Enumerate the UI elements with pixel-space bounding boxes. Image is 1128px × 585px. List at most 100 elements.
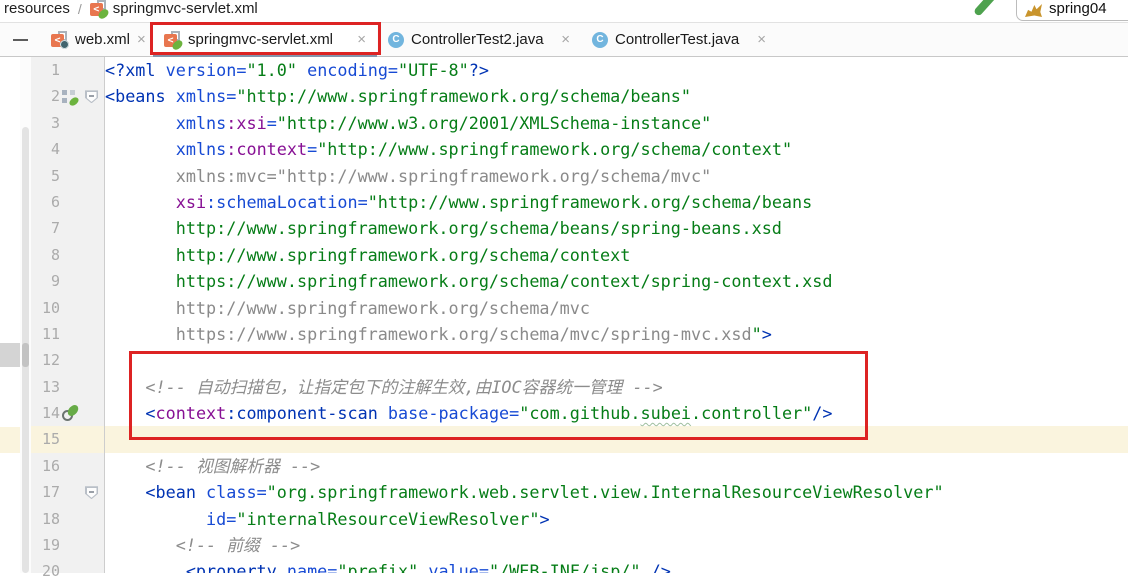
tab-label: springmvc-servlet.xml — [188, 31, 350, 48]
code-line: id="internalResourceViewResolver"> — [105, 506, 1128, 532]
code-segment: "http://www.springframework.org/schema/c… — [317, 139, 792, 159]
code-segment: = — [267, 113, 277, 133]
breadcrumb-item[interactable]: springmvc-servlet.xml — [113, 0, 258, 17]
code-segment: "internalResourceViewResolver" — [236, 509, 539, 529]
spring-beans-icon[interactable] — [62, 89, 78, 105]
run-config-select[interactable]: spring04 — [1016, 0, 1128, 21]
line-number: 16 — [31, 453, 60, 479]
line-number: 10 — [31, 295, 60, 321]
minus-icon — [13, 39, 28, 41]
code-segment: > — [762, 324, 772, 344]
xml-spring-icon — [90, 0, 107, 17]
code-line: xsi:schemaLocation="http://www.springfra… — [105, 189, 1128, 215]
code-segment: id= — [206, 509, 236, 529]
line-number: 12 — [31, 347, 60, 373]
tomcat-icon — [1025, 4, 1042, 17]
code-segment — [105, 482, 145, 502]
code-segment: <!-- 前缀 --> — [176, 535, 301, 555]
code-line: <!-- 视图解析器 --> — [105, 453, 1128, 479]
editor: 1234567891011121314151617181920 <?xml ve… — [0, 57, 1128, 573]
tab-label: ControllerTest.java — [615, 31, 750, 48]
code-line — [105, 347, 1128, 373]
code-segment — [418, 561, 428, 573]
tab-controllertest2-java[interactable]: ControllerTest2.java × — [377, 23, 581, 56]
gutter-row: 6 — [31, 189, 104, 215]
gutter-row: 2 — [31, 83, 104, 109]
code-segment — [105, 456, 145, 476]
code-segment: http://www.springframework.org/schema/be… — [105, 218, 782, 238]
line-number: 18 — [31, 506, 60, 532]
gutter-row: 12 — [31, 347, 104, 373]
code-segment: base-package= — [388, 403, 519, 423]
code-line: xmlns:context="http://www.springframewor… — [105, 136, 1128, 162]
code-area[interactable]: <?xml version="1.0" encoding="UTF-8"?><b… — [105, 57, 1128, 573]
code-segment: <!-- 视图解析器 --> — [145, 456, 320, 476]
line-number: 7 — [31, 215, 60, 241]
code-segment: xmlns= — [176, 86, 237, 106]
code-segment: "http://www.springframework.org/schema/b… — [236, 86, 691, 106]
line-number: 2 — [31, 83, 60, 109]
fold-marker-icon[interactable] — [85, 486, 98, 499]
code-segment: subei — [641, 403, 692, 423]
fold-marker-icon[interactable] — [85, 90, 98, 103]
line-number: 8 — [31, 242, 60, 268]
spring-scan-icon[interactable] — [62, 406, 78, 422]
project-tree-selection-fragment — [0, 343, 20, 367]
line-number: 14 — [31, 400, 60, 426]
line-number: 17 — [31, 479, 60, 505]
tab-web-xml[interactable]: web.xml× — [40, 23, 153, 56]
gutter-row: 9 — [31, 268, 104, 294]
breadcrumb-separator: / — [76, 1, 84, 17]
tab-close-icon[interactable]: × — [137, 32, 146, 47]
code-segment — [105, 113, 176, 133]
gutter-row: 16 — [31, 453, 104, 479]
gutter-row: 13 — [31, 374, 104, 400]
code-segment: <property — [186, 561, 287, 573]
code-segment: /> — [812, 403, 832, 423]
xml-web-icon — [51, 31, 68, 48]
line-number: 9 — [31, 268, 60, 294]
tab-close-icon[interactable]: × — [357, 32, 366, 47]
left-scrollbar — [20, 57, 31, 573]
gutter-row: 11 — [31, 321, 104, 347]
build-icon[interactable] — [972, 0, 1002, 20]
code-segment — [105, 509, 206, 529]
code-line: https://www.springframework.org/schema/m… — [105, 321, 1128, 347]
tab-label: ControllerTest2.java — [411, 31, 554, 48]
line-number: 3 — [31, 110, 60, 136]
gutter-row: 18 — [31, 506, 104, 532]
breadcrumb: resources / springmvc-servlet.xml — [0, 0, 1128, 22]
tab-close-icon[interactable]: × — [757, 32, 766, 47]
caret-line-highlight — [0, 427, 20, 453]
line-number: 1 — [31, 57, 60, 83]
gutter-row: 14 — [31, 400, 104, 426]
line-number: 5 — [31, 163, 60, 189]
code-segment: "http://www.w3.org/2001/XMLSchema-instan… — [277, 113, 711, 133]
scrollbar-thumb-dark — [22, 343, 29, 367]
run-config-label: spring04 — [1049, 0, 1107, 17]
code-segment: https://www.springframework.org/schema/m… — [105, 324, 752, 344]
code-segment: version= — [166, 60, 247, 80]
code-segment — [297, 60, 307, 80]
code-segment: "UTF-8" — [398, 60, 469, 80]
line-number: 19 — [31, 532, 60, 558]
breadcrumb-item[interactable]: resources — [4, 0, 70, 17]
code-segment: xsi — [176, 192, 206, 212]
gutter-row: 20 — [31, 558, 104, 584]
code-segment: name= — [287, 561, 338, 573]
hide-tabs-button[interactable] — [0, 23, 40, 56]
code-segment: http://www.springframework.org/schema/co… — [105, 245, 630, 265]
tab-close-icon[interactable]: × — [561, 32, 570, 47]
tab-controllertest-java[interactable]: ControllerTest.java × — [581, 23, 777, 56]
code-segment: "/WEB-INF/jsp/" — [489, 561, 651, 573]
active-tab-underline — [153, 53, 377, 57]
tab-list: web.xml×springmvc-servlet.xml×Controller… — [40, 23, 777, 56]
tab-springmvc-servlet-xml[interactable]: springmvc-servlet.xml × — [153, 23, 377, 56]
code-line: <property name="prefix" value="/WEB-INF/… — [105, 558, 1128, 573]
code-segment: .controller" — [691, 403, 812, 423]
code-segment: xmlns — [176, 139, 227, 159]
code-line: <context:component-scan base-package="co… — [105, 400, 1128, 426]
code-segment: http://www.springframework.org/schema/mv… — [105, 298, 590, 318]
code-line: https://www.springframework.org/schema/c… — [105, 268, 1128, 294]
gutter-row: 7 — [31, 215, 104, 241]
